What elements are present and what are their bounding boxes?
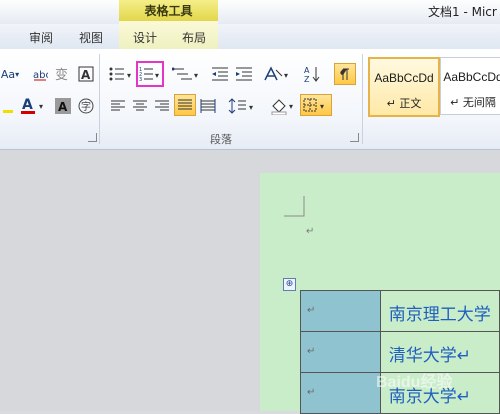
margin-corner-mark bbox=[284, 196, 305, 217]
svg-text:A: A bbox=[81, 68, 91, 82]
table-cell[interactable]: 清华大学↵ bbox=[379, 331, 500, 373]
table-cell-selected[interactable]: ↵ bbox=[300, 290, 381, 332]
svg-text:▾: ▾ bbox=[284, 71, 288, 80]
increase-indent-icon[interactable] bbox=[234, 64, 254, 84]
paragraph-dialog-launcher-icon[interactable] bbox=[350, 133, 359, 142]
change-case-button[interactable]: Aa ▾ bbox=[0, 64, 20, 84]
title-bar bbox=[0, 0, 500, 24]
show-hide-marks-button[interactable] bbox=[334, 63, 356, 85]
svg-text:▾: ▾ bbox=[155, 71, 159, 80]
cell-end-mark: ↵ bbox=[307, 387, 316, 398]
decrease-indent-icon[interactable] bbox=[210, 64, 230, 84]
ribbon-tab-row bbox=[0, 24, 500, 49]
bullets-button[interactable]: ▾ bbox=[108, 64, 134, 84]
style-normal[interactable]: AaBbCcDd ↵ 正文 bbox=[368, 57, 440, 117]
svg-text:A: A bbox=[304, 66, 310, 75]
svg-text:▾: ▾ bbox=[127, 71, 131, 80]
table-cell[interactable]: 南京理工大学 bbox=[379, 290, 500, 332]
char-shading-icon[interactable]: A bbox=[54, 96, 72, 116]
table-cell-selected[interactable]: ↵ bbox=[300, 331, 381, 373]
font-color-button[interactable]: A ▾ bbox=[18, 96, 48, 116]
justify-button[interactable] bbox=[174, 94, 196, 116]
group-separator bbox=[362, 54, 363, 144]
paragraph-group-label: 段落 bbox=[210, 133, 232, 146]
tab-layout[interactable]: 布局 bbox=[182, 29, 206, 46]
svg-text:▾: ▾ bbox=[249, 103, 253, 112]
enclosed-char-icon[interactable]: 字 bbox=[76, 96, 96, 116]
distributed-align-icon[interactable] bbox=[198, 96, 218, 116]
sort-icon[interactable]: AZ bbox=[302, 64, 322, 84]
enclose-char-icon[interactable]: 变 bbox=[53, 64, 73, 84]
svg-text:abc: abc bbox=[33, 70, 48, 81]
style-no-spacing-sample: AaBbCcDd bbox=[443, 70, 500, 84]
table-row: ↵ 清华大学↵ bbox=[300, 331, 500, 373]
shading-button[interactable]: ▾ bbox=[270, 96, 296, 116]
cell-text: 清华大学↵ bbox=[388, 346, 472, 366]
tab-view[interactable]: 视图 bbox=[79, 29, 103, 46]
svg-text:▾: ▾ bbox=[289, 102, 293, 111]
style-no-spacing-name: ↵ 无间隔 bbox=[450, 96, 496, 109]
cell-text: 南京理工大学 bbox=[388, 305, 491, 325]
cell-end-mark: ↵ bbox=[307, 305, 316, 316]
table-cell-selected[interactable]: ↵ bbox=[300, 372, 381, 414]
phonetic-guide-icon[interactable]: abc bbox=[30, 64, 50, 84]
svg-text:Z: Z bbox=[304, 75, 310, 83]
highlight-icon[interactable] bbox=[0, 96, 14, 116]
line-spacing-button[interactable]: ▾ bbox=[228, 96, 256, 116]
char-border-icon[interactable]: A bbox=[77, 64, 95, 84]
tab-review[interactable]: 审阅 bbox=[29, 29, 53, 46]
svg-text:▾: ▾ bbox=[320, 102, 324, 111]
svg-text:变: 变 bbox=[55, 67, 68, 82]
style-no-spacing[interactable]: AaBbCcDd ↵ 无间隔 bbox=[440, 57, 500, 115]
align-right-icon[interactable] bbox=[152, 96, 172, 116]
svg-text:A: A bbox=[58, 100, 68, 114]
align-center-icon[interactable] bbox=[130, 96, 150, 116]
paragraph-mark: ↵ bbox=[306, 226, 315, 237]
svg-text:▾: ▾ bbox=[194, 71, 198, 80]
svg-text:A: A bbox=[22, 97, 33, 113]
style-normal-sample: AaBbCcDd bbox=[374, 71, 434, 85]
tab-design[interactable]: 设计 bbox=[133, 29, 157, 46]
group-separator bbox=[99, 54, 100, 144]
numbering-button[interactable]: 1 2 3 ▾ bbox=[136, 61, 164, 87]
document-title: 文档1 - Micr bbox=[428, 5, 497, 19]
borders-button[interactable]: ▾ bbox=[300, 94, 332, 116]
table-move-handle-icon[interactable]: ⊕ bbox=[283, 278, 296, 291]
style-normal-name: ↵ 正文 bbox=[386, 97, 422, 110]
align-left-icon[interactable] bbox=[108, 96, 128, 116]
watermark: Baidu经验 bbox=[376, 374, 453, 391]
svg-text:字: 字 bbox=[81, 100, 91, 113]
change-case-label: Aa bbox=[0, 67, 16, 81]
multilevel-list-button[interactable]: ▾ bbox=[172, 64, 200, 84]
table-tools-header: 表格工具 bbox=[119, 0, 218, 21]
svg-text:▾: ▾ bbox=[39, 102, 43, 111]
cell-end-mark: ↵ bbox=[307, 346, 316, 357]
table-row: ↵ 南京理工大学 bbox=[300, 290, 500, 332]
chinese-layout-button[interactable]: ▾ bbox=[262, 64, 292, 84]
svg-text:3: 3 bbox=[139, 77, 142, 82]
document-table: ↵ 南京理工大学 ↵ 清华大学↵ ↵ 南京大学↵ bbox=[300, 290, 500, 414]
font-dialog-launcher-icon[interactable] bbox=[88, 133, 97, 142]
